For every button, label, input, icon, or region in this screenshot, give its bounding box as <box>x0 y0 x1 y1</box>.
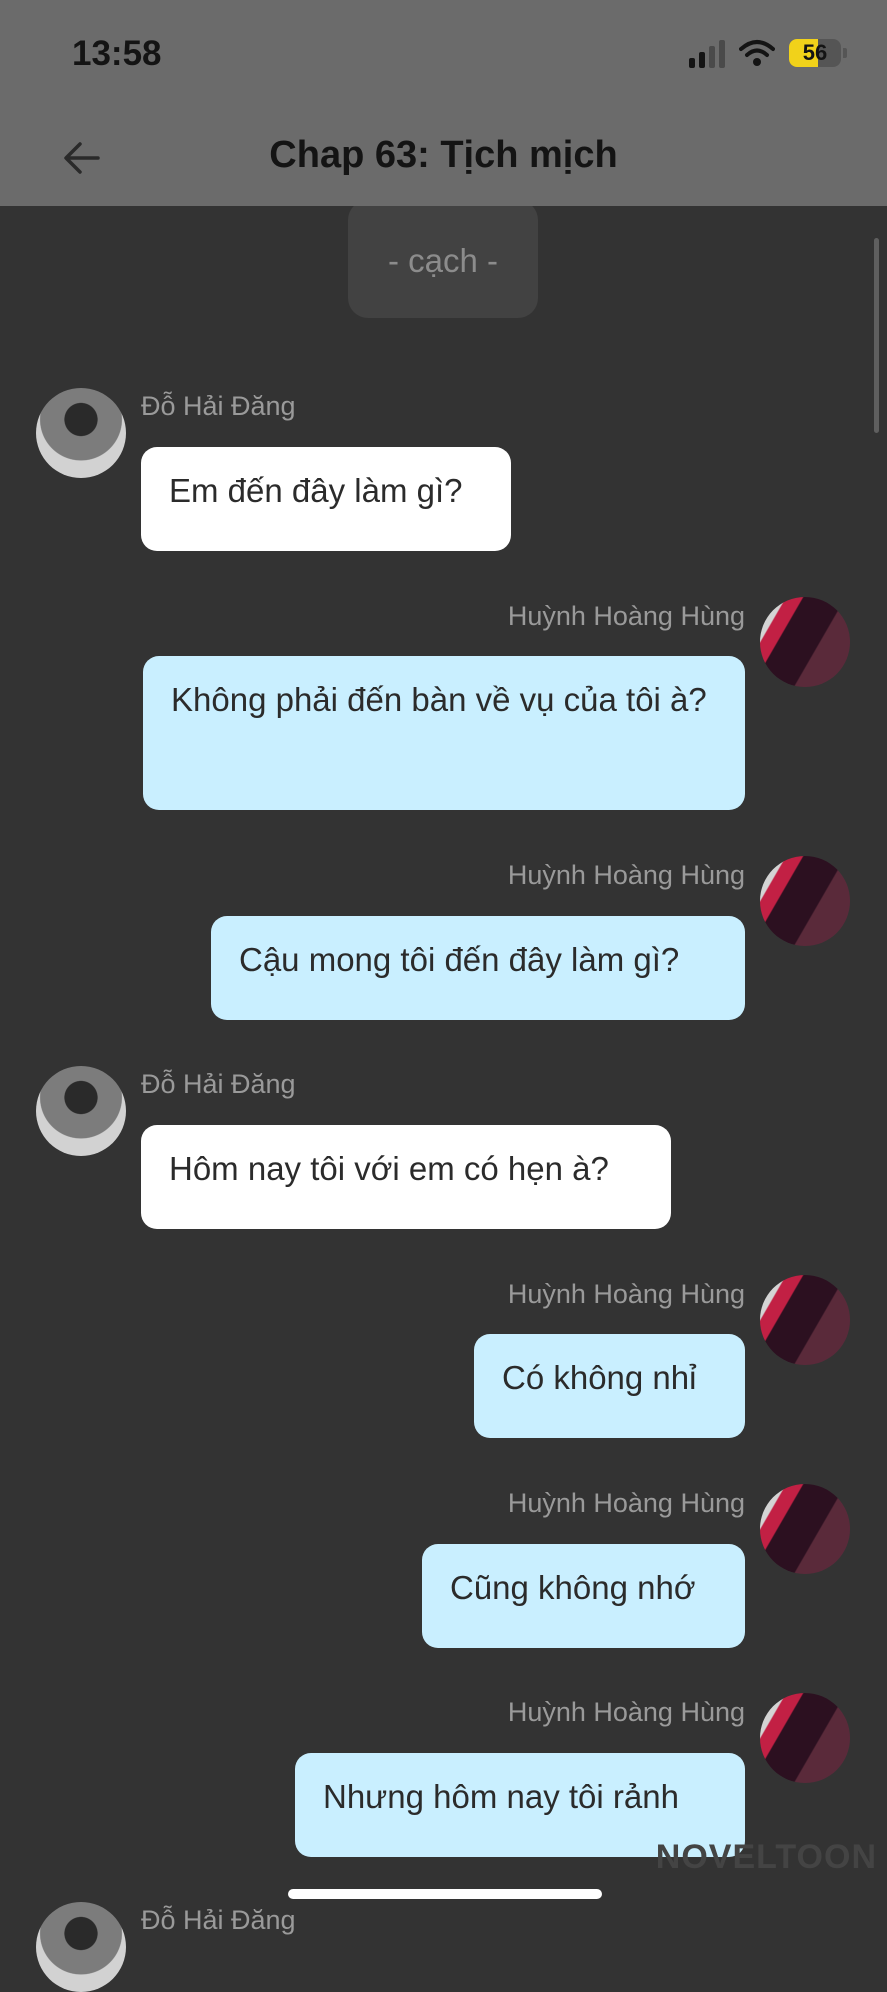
avatar <box>760 1484 850 1574</box>
battery-icon: 56 <box>789 39 841 67</box>
chat-bubble: Có không nhỉ <box>474 1334 745 1438</box>
narration-box: - cạch - <box>348 200 538 318</box>
status-icons: 56 <box>689 38 847 68</box>
speaker-name: Đỗ Hải Đăng <box>141 1905 296 1935</box>
speaker-name: Huỳnh Hoàng Hùng <box>507 1488 745 1518</box>
avatar <box>36 388 126 478</box>
home-indicator[interactable] <box>288 1889 602 1899</box>
chapter-title: Chap 63: Tịch mịch <box>269 134 618 176</box>
scrollbar[interactable] <box>874 238 879 433</box>
avatar <box>760 1693 850 1783</box>
speaker-name: Huỳnh Hoàng Hùng <box>507 601 745 631</box>
speaker-name: Đỗ Hải Đăng <box>141 1069 296 1099</box>
chat-bubble: Hôm nay tôi với em có hẹn à? <box>141 1125 671 1229</box>
battery-level: 56 <box>802 40 828 65</box>
status-time: 13:58 <box>72 34 162 73</box>
watermark: NOVELTOON <box>655 1838 877 1876</box>
chat-bubble: Em đến đây làm gì? <box>141 447 511 551</box>
chat-bubble: Cũng không nhớ <box>422 1544 745 1648</box>
speaker-name: Huỳnh Hoàng Hùng <box>507 1279 745 1309</box>
avatar <box>36 1902 126 1992</box>
avatar <box>760 856 850 946</box>
speaker-name: Đỗ Hải Đăng <box>141 391 296 421</box>
cellular-signal-icon <box>689 38 725 68</box>
speaker-name: Huỳnh Hoàng Hùng <box>507 860 745 890</box>
chat-bubble: Cậu mong tôi đến đây làm gì? <box>211 916 745 1020</box>
wifi-icon <box>739 40 775 66</box>
chat-bubble: Không phải đến bàn về vụ của tôi à? <box>143 656 745 810</box>
speaker-name: Huỳnh Hoàng Hùng <box>507 1697 745 1727</box>
avatar <box>760 1275 850 1365</box>
top-bar: 13:58 56 Chap 63: Tịch mịch <box>0 0 887 206</box>
battery-cap <box>843 48 847 58</box>
avatar <box>36 1066 126 1156</box>
avatar <box>760 597 850 687</box>
